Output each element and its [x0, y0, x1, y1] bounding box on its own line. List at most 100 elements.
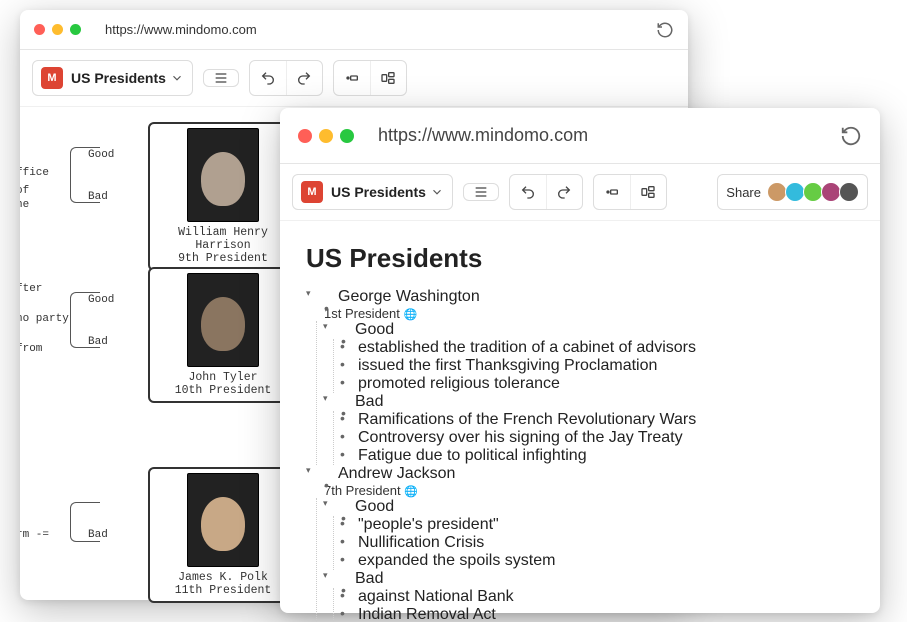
- view-compact-button[interactable]: [594, 175, 630, 209]
- partial-label: of: [20, 185, 29, 197]
- close-icon[interactable]: [34, 24, 45, 35]
- compact-icon: [604, 184, 620, 200]
- menu-button[interactable]: [203, 69, 239, 87]
- outline-item[interactable]: expanded the spoils system: [340, 552, 854, 570]
- redo-button[interactable]: [286, 61, 322, 95]
- good-label: Good: [88, 294, 114, 306]
- avatar: [767, 182, 787, 202]
- reload-icon[interactable]: [840, 125, 862, 147]
- outline-caption: 7th President 🌐: [324, 483, 854, 498]
- outline-item[interactable]: against National Bank: [340, 588, 854, 606]
- avatar: [785, 182, 805, 202]
- partial-label: no party: [20, 313, 69, 325]
- node-sub: 11th President: [154, 584, 292, 597]
- titlebar-front: https://www.mindomo.com: [280, 108, 880, 164]
- reload-icon[interactable]: [656, 21, 674, 39]
- bad-label: Bad: [88, 529, 108, 541]
- outline-item[interactable]: established the tradition of a cabinet o…: [340, 339, 854, 357]
- outline-view[interactable]: US Presidents George Washington1st Presi…: [280, 221, 880, 622]
- bad-label: Bad: [88, 336, 108, 348]
- outline-president[interactable]: George Washington: [306, 288, 854, 306]
- outline-item[interactable]: issued the first Thanksgiving Proclamati…: [340, 357, 854, 375]
- minimize-icon[interactable]: [52, 24, 63, 35]
- view-compact-button[interactable]: [334, 61, 370, 95]
- chevron-down-icon: [170, 71, 184, 85]
- document-title: US Presidents: [331, 184, 430, 200]
- titlebar-back: https://www.mindomo.com: [20, 10, 688, 50]
- node-name: John Tyler: [154, 371, 292, 384]
- undo-icon: [520, 184, 536, 200]
- outline-bad[interactable]: Bad: [323, 393, 854, 411]
- layout-icon: [380, 70, 396, 86]
- hamburger-icon: [213, 70, 229, 86]
- outline-item[interactable]: Fatigue due to political infighting: [340, 447, 854, 465]
- portrait-image: [187, 128, 259, 222]
- node-sub: 9th President: [154, 252, 292, 265]
- partial-label: fter: [20, 283, 42, 295]
- view-group: [593, 174, 667, 210]
- minimize-icon[interactable]: [319, 129, 333, 143]
- outline-president[interactable]: Andrew Jackson: [306, 465, 854, 483]
- close-icon[interactable]: [298, 129, 312, 143]
- good-label: Good: [88, 149, 114, 161]
- app-logo-icon: M: [41, 67, 63, 89]
- toolbar-front: M US Presidents Share: [280, 164, 880, 221]
- outline-item[interactable]: Indian Removal Act: [340, 606, 854, 622]
- view-layout-button[interactable]: [370, 61, 406, 95]
- portrait-image: [187, 473, 259, 567]
- redo-icon: [296, 70, 312, 86]
- app-logo-icon: M: [301, 181, 323, 203]
- outline-caption: 1st President 🌐: [324, 306, 854, 321]
- document-switcher[interactable]: M US Presidents: [292, 174, 453, 210]
- outline-item[interactable]: Nullification Crisis: [340, 534, 854, 552]
- maximize-icon[interactable]: [340, 129, 354, 143]
- outline-item[interactable]: Controversy over his signing of the Jay …: [340, 429, 854, 447]
- undo-redo-group: [509, 174, 583, 210]
- toolbar-back: M US Presidents: [20, 50, 688, 107]
- partial-label: rm -=: [20, 529, 49, 541]
- undo-icon: [260, 70, 276, 86]
- traffic-lights: [298, 129, 354, 143]
- undo-redo-group: [249, 60, 323, 96]
- node-card[interactable]: James K. Polk 11th President: [148, 467, 298, 603]
- menu-button[interactable]: [463, 183, 499, 201]
- address-bar[interactable]: https://www.mindomo.com: [372, 125, 832, 146]
- share-label: Share: [726, 185, 761, 200]
- view-layout-button[interactable]: [630, 175, 666, 209]
- portrait-image: [187, 273, 259, 367]
- address-bar[interactable]: https://www.mindomo.com: [99, 22, 648, 37]
- outline-bad[interactable]: Bad: [323, 570, 854, 588]
- partial-label: ffice: [20, 167, 49, 179]
- undo-button[interactable]: [510, 175, 546, 209]
- partial-label: from: [20, 343, 42, 355]
- maximize-icon[interactable]: [70, 24, 81, 35]
- node-card[interactable]: John Tyler 10th President: [148, 267, 298, 403]
- outline-item[interactable]: Ramifications of the French Revolutionar…: [340, 411, 854, 429]
- redo-button[interactable]: [546, 175, 582, 209]
- globe-icon: 🌐: [404, 309, 418, 321]
- layout-icon: [640, 184, 656, 200]
- document-title: US Presidents: [71, 70, 170, 86]
- avatar: [803, 182, 823, 202]
- avatar: [821, 182, 841, 202]
- outline-title: US Presidents: [306, 243, 854, 274]
- outline-good[interactable]: Good: [323, 321, 854, 339]
- avatar: [839, 182, 859, 202]
- traffic-lights: [34, 24, 81, 35]
- view-group: [333, 60, 407, 96]
- redo-icon: [556, 184, 572, 200]
- node-name: William Henry Harrison: [154, 226, 292, 252]
- outline-item[interactable]: promoted religious tolerance: [340, 375, 854, 393]
- outline-good[interactable]: Good: [323, 498, 854, 516]
- outline-item[interactable]: "people's president": [340, 516, 854, 534]
- hamburger-icon: [473, 184, 489, 200]
- node-sub: 10th President: [154, 384, 292, 397]
- chevron-down-icon: [430, 185, 444, 199]
- compact-icon: [344, 70, 360, 86]
- share-button[interactable]: Share: [717, 174, 868, 210]
- partial-label: he: [20, 199, 29, 211]
- document-switcher[interactable]: M US Presidents: [32, 60, 193, 96]
- window-front: https://www.mindomo.com M US Presidents …: [280, 108, 880, 613]
- undo-button[interactable]: [250, 61, 286, 95]
- node-card[interactable]: William Henry Harrison 9th President: [148, 122, 298, 271]
